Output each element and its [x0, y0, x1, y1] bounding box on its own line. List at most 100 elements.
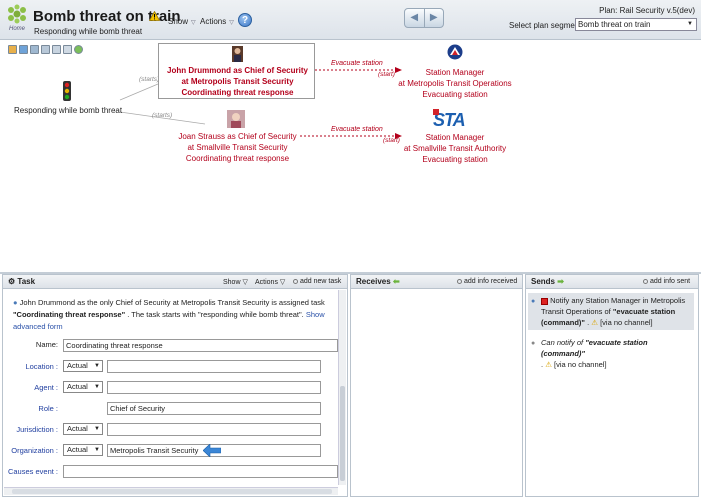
causes-row: Causes event : [3, 465, 343, 478]
role-row: Role : Chief of Security [3, 402, 343, 415]
horizontal-scrollbar[interactable] [4, 487, 338, 495]
jurisdiction-input[interactable] [107, 423, 321, 436]
sends-title-text: Sends [531, 277, 556, 286]
vertical-scrollbar[interactable] [338, 290, 346, 485]
starts-edge-1 [119, 83, 159, 101]
organization-select-value: Actual [67, 445, 88, 454]
sends-panel: Sends ➡ add info sent ● Notify any Stati… [525, 274, 699, 497]
task-panel-header: ⚙ Task Show ▽ Actions ▽ add new task [3, 275, 347, 289]
warning-icon[interactable]: ⚠ [591, 318, 598, 327]
organization-select[interactable]: Actual ▼ [63, 444, 103, 456]
part3-line3: Evacuating station [422, 90, 488, 99]
delete-icon[interactable] [541, 297, 548, 305]
part2-line3: Coordinating threat response [185, 154, 290, 163]
agent-label[interactable]: Agent : [3, 383, 58, 392]
name-field[interactable]: Coordinating threat response [63, 339, 338, 352]
part2-line1[interactable]: Joan Strauss as Chief of Security [160, 131, 315, 142]
task-show-label: Show [223, 279, 241, 286]
event-traffic-light-icon[interactable] [61, 81, 73, 101]
task-description: ● John Drummond as the only Chief of Sec… [13, 297, 338, 333]
sends-title: Sends ➡ [531, 277, 564, 286]
part4-line2: at Smallville Transit Authority [403, 144, 507, 153]
sends-item1-channel: [via no channel] [600, 318, 653, 327]
causes-label[interactable]: Causes event : [3, 467, 58, 476]
flow-label-1[interactable]: Evacuate station [331, 60, 383, 67]
location-input[interactable] [107, 360, 321, 373]
chevron-down-icon: ▽ [242, 279, 248, 286]
agent-select[interactable]: Actual ▼ [63, 381, 103, 393]
warning-icon[interactable]: ⚠ [545, 360, 552, 369]
part1-line1: John Drummond as Chief of Security [167, 66, 308, 75]
sends-panel-header: Sends ➡ add info sent [526, 275, 698, 289]
part2-line2: at Smallville Transit Security [187, 143, 288, 152]
add-info-sent-button[interactable]: add info sent [643, 278, 690, 285]
sends-item[interactable]: ● Can notify of "evacuate station (comma… [528, 335, 694, 372]
home-button[interactable]: Home [6, 4, 28, 36]
add-info-received-button[interactable]: add info received [457, 278, 517, 285]
sends-item1-post: . [587, 318, 590, 327]
dropdown-arrow-icon: ▼ [94, 447, 100, 453]
task-panel: ⚙ Task Show ▽ Actions ▽ add new task ● J… [2, 274, 348, 497]
diagram-edges [119, 67, 402, 139]
part3-line1[interactable]: Station Manager [385, 67, 525, 78]
dropdown-arrow-icon: ▼ [94, 426, 100, 432]
organization-row: Organization : Actual ▼ Metropolis Transi… [3, 444, 343, 457]
event-label: Responding while bomb threat [14, 106, 123, 115]
task-desc-post: . The task starts with "responding while… [127, 310, 304, 319]
part-node-john-drummond[interactable]: John Drummond as Chief of Security at Me… [158, 43, 315, 99]
task-show-menu[interactable]: Show ▽ [223, 278, 248, 286]
back-arrow-icon[interactable]: ◀ [405, 9, 424, 27]
show-menu-label: Show [168, 17, 189, 26]
show-link-text: Show [305, 310, 325, 319]
segment-select[interactable]: Bomb threat on train ▼ [575, 18, 697, 31]
receive-arrow-icon: ⬅ [392, 277, 400, 286]
jurisdiction-select[interactable]: Actual ▼ [63, 423, 103, 435]
causes-input[interactable] [63, 465, 338, 478]
name-label: Name: [35, 340, 58, 349]
add-icon [293, 278, 298, 284]
part1-line3: Coordinating threat response [181, 88, 294, 97]
chevron-down-icon: ▽ [279, 279, 286, 286]
task-desc-task: "Coordinating threat response" [13, 310, 126, 319]
part3-line2: at Metropolis Transit Operations [398, 79, 512, 88]
location-select[interactable]: Actual ▼ [63, 360, 103, 372]
flow-label-2[interactable]: Evacuate station [331, 126, 383, 133]
actions-menu[interactable]: Actions ▽ [200, 17, 234, 26]
organization-label[interactable]: Organization : [3, 446, 58, 455]
home-label: Home [8, 26, 25, 32]
sends-item[interactable]: ● Notify any Station Manager in Metropol… [528, 293, 694, 330]
receives-panel-header: Receives ⬅ add info received [351, 275, 522, 289]
scrollbar-thumb[interactable] [12, 489, 332, 494]
add-icon [457, 278, 462, 284]
add-info-received-label: add info received [464, 278, 518, 285]
add-icon [643, 278, 648, 284]
part4-line1[interactable]: Station Manager [385, 132, 525, 143]
sends-item2-post: . [541, 360, 544, 369]
home-icon [8, 4, 26, 24]
dropdown-arrow-icon: ▼ [94, 384, 100, 390]
role-label[interactable]: Role : [3, 404, 58, 413]
help-icon[interactable]: ? [238, 13, 252, 27]
person-photo-icon[interactable] [227, 110, 245, 128]
header-bar: Home Bomb threat on train Responding whi… [0, 0, 701, 40]
sends-item2-pre: Can notify of [541, 338, 584, 347]
starts-label-1: (starts) [139, 76, 160, 83]
transit-logo-icon[interactable] [447, 44, 463, 60]
location-row: Location : Actual ▼ [3, 360, 343, 373]
jurisdiction-label[interactable]: Jurisdiction : [3, 425, 58, 434]
add-new-task-button[interactable]: add new task [293, 278, 341, 285]
task-desc-pre: John Drummond as the only Chief of Secur… [19, 298, 325, 307]
warning-icon[interactable] [149, 11, 160, 21]
forward-arrow-icon[interactable]: ▶ [423, 9, 444, 27]
agent-row: Agent : Actual ▼ [3, 381, 343, 394]
show-menu[interactable]: Show ▽ [168, 17, 196, 26]
segment-select-value: Bomb threat on train [578, 20, 651, 29]
location-label[interactable]: Location : [3, 362, 58, 371]
scrollbar-thumb[interactable] [340, 386, 345, 481]
agent-select-value: Actual [67, 382, 88, 391]
task-actions-menu[interactable]: Actions ▽ [255, 278, 285, 286]
actions-menu-label: Actions [200, 17, 227, 26]
history-nav: ◀ ▶ [404, 8, 444, 28]
agent-input[interactable] [107, 381, 321, 394]
role-input[interactable]: Chief of Security [107, 402, 321, 415]
